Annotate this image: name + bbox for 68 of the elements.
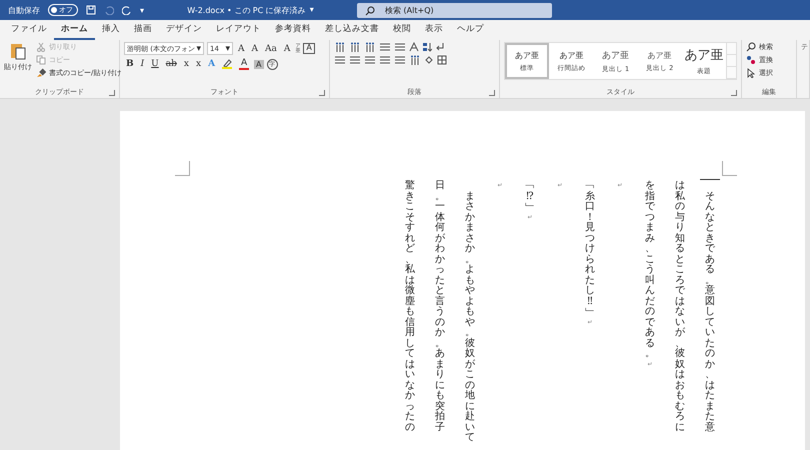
vertical-text-line: ﹁⁉﹂ (524, 181, 536, 212)
ribbon-tab[interactable]: デザイン (159, 20, 209, 40)
character-shading-button[interactable]: A (254, 60, 264, 68)
superscript-button[interactable]: x (194, 59, 204, 69)
bullets-button[interactable] (334, 42, 346, 52)
italic-button[interactable]: I (138, 59, 146, 69)
paintbrush-icon (36, 68, 46, 78)
grow-font-button[interactable]: A (236, 44, 246, 54)
save-button[interactable] (86, 5, 96, 15)
vertical-text-line: は私の与り知るところではないが、彼奴はおもむろに (674, 181, 686, 433)
undo-button[interactable] (104, 5, 114, 15)
font-color-button[interactable]: A (237, 58, 252, 70)
crop-mark (175, 161, 190, 176)
shading-button[interactable] (424, 55, 434, 65)
character-border-button[interactable]: A (303, 43, 315, 54)
search-icon (365, 6, 375, 16)
show-marks-button[interactable] (435, 42, 445, 52)
search-field[interactable]: 検索 (Alt+Q) (357, 2, 552, 18)
borders-button[interactable] (437, 55, 447, 65)
subscript-button[interactable]: x (182, 59, 191, 69)
redo-button[interactable] (122, 5, 132, 15)
save-icon (86, 5, 96, 15)
vertical-text-line: そんなときである。意図していたのか、はたまた意 (704, 192, 716, 433)
ribbon-tab[interactable]: 挿入 (95, 20, 127, 40)
multilevel-list-button[interactable] (364, 42, 376, 52)
clear-formatting-button[interactable]: A (282, 44, 292, 54)
ribbon-tab[interactable]: 表示 (418, 20, 450, 40)
align-bottom-button[interactable] (364, 55, 376, 65)
distribute-button[interactable] (394, 55, 406, 65)
vertical-text-line: ﹁糸口！見つけられたし‼﹂ (584, 181, 596, 318)
scissors-icon (36, 42, 46, 52)
line-spacing-button[interactable] (409, 55, 421, 65)
ribbon-tab[interactable]: ファイル (4, 20, 54, 40)
replace-icon (746, 55, 756, 65)
increase-indent-button[interactable] (394, 42, 406, 52)
ribbon-tab[interactable]: ヘルプ (450, 20, 491, 40)
vertical-text-line: 日。一体何がわかったと言うのか。あまりにも突拍子 (434, 181, 446, 433)
ribbon-tab[interactable]: 参考資料 (268, 20, 318, 40)
customize-toolbar-button[interactable]: ▾ (140, 6, 144, 14)
change-case-button[interactable]: Aa (263, 44, 279, 54)
highlight-button[interactable] (220, 59, 234, 69)
pointer-icon (746, 68, 756, 78)
vertical-text-line: まさかまさか。よもやよもや。彼奴がこの地に赴いて (464, 192, 476, 444)
vertical-text-line: を指でつまみ、こう叫んだのである。 (644, 181, 656, 360)
search-icon (746, 42, 756, 52)
shrink-font-button[interactable]: A (250, 44, 260, 54)
text-spacing-button[interactable] (409, 42, 419, 52)
redo-icon (122, 5, 132, 15)
sort-button[interactable] (422, 42, 432, 52)
crop-mark (722, 161, 737, 176)
align-center-button[interactable] (349, 55, 361, 65)
ribbon-tab[interactable]: 校閲 (386, 20, 418, 40)
ribbon-tab[interactable]: 描画 (127, 20, 159, 40)
ribbon-tab[interactable]: 差し込み文書 (318, 20, 386, 40)
undo-icon (104, 5, 114, 15)
numbering-button[interactable] (349, 42, 361, 52)
underline-button[interactable]: U (149, 59, 161, 69)
text-cursor (700, 179, 720, 180)
decrease-indent-button[interactable] (379, 42, 391, 52)
vertical-text-line: 驚きこそすれど、私は微塵も信用してはいなかったの (404, 181, 416, 433)
align-top-button[interactable] (334, 55, 346, 65)
ribbon-tab[interactable]: レイアウト (209, 20, 268, 40)
copy-icon (36, 55, 46, 65)
strikethrough-button[interactable]: ab (164, 59, 179, 69)
justify-button[interactable] (379, 55, 391, 65)
bold-button[interactable]: B (124, 59, 136, 69)
document-title[interactable]: W-2.docx • この PC に保存済み ▾ (183, 4, 318, 16)
autosave-label: 自動保存 (8, 4, 40, 16)
